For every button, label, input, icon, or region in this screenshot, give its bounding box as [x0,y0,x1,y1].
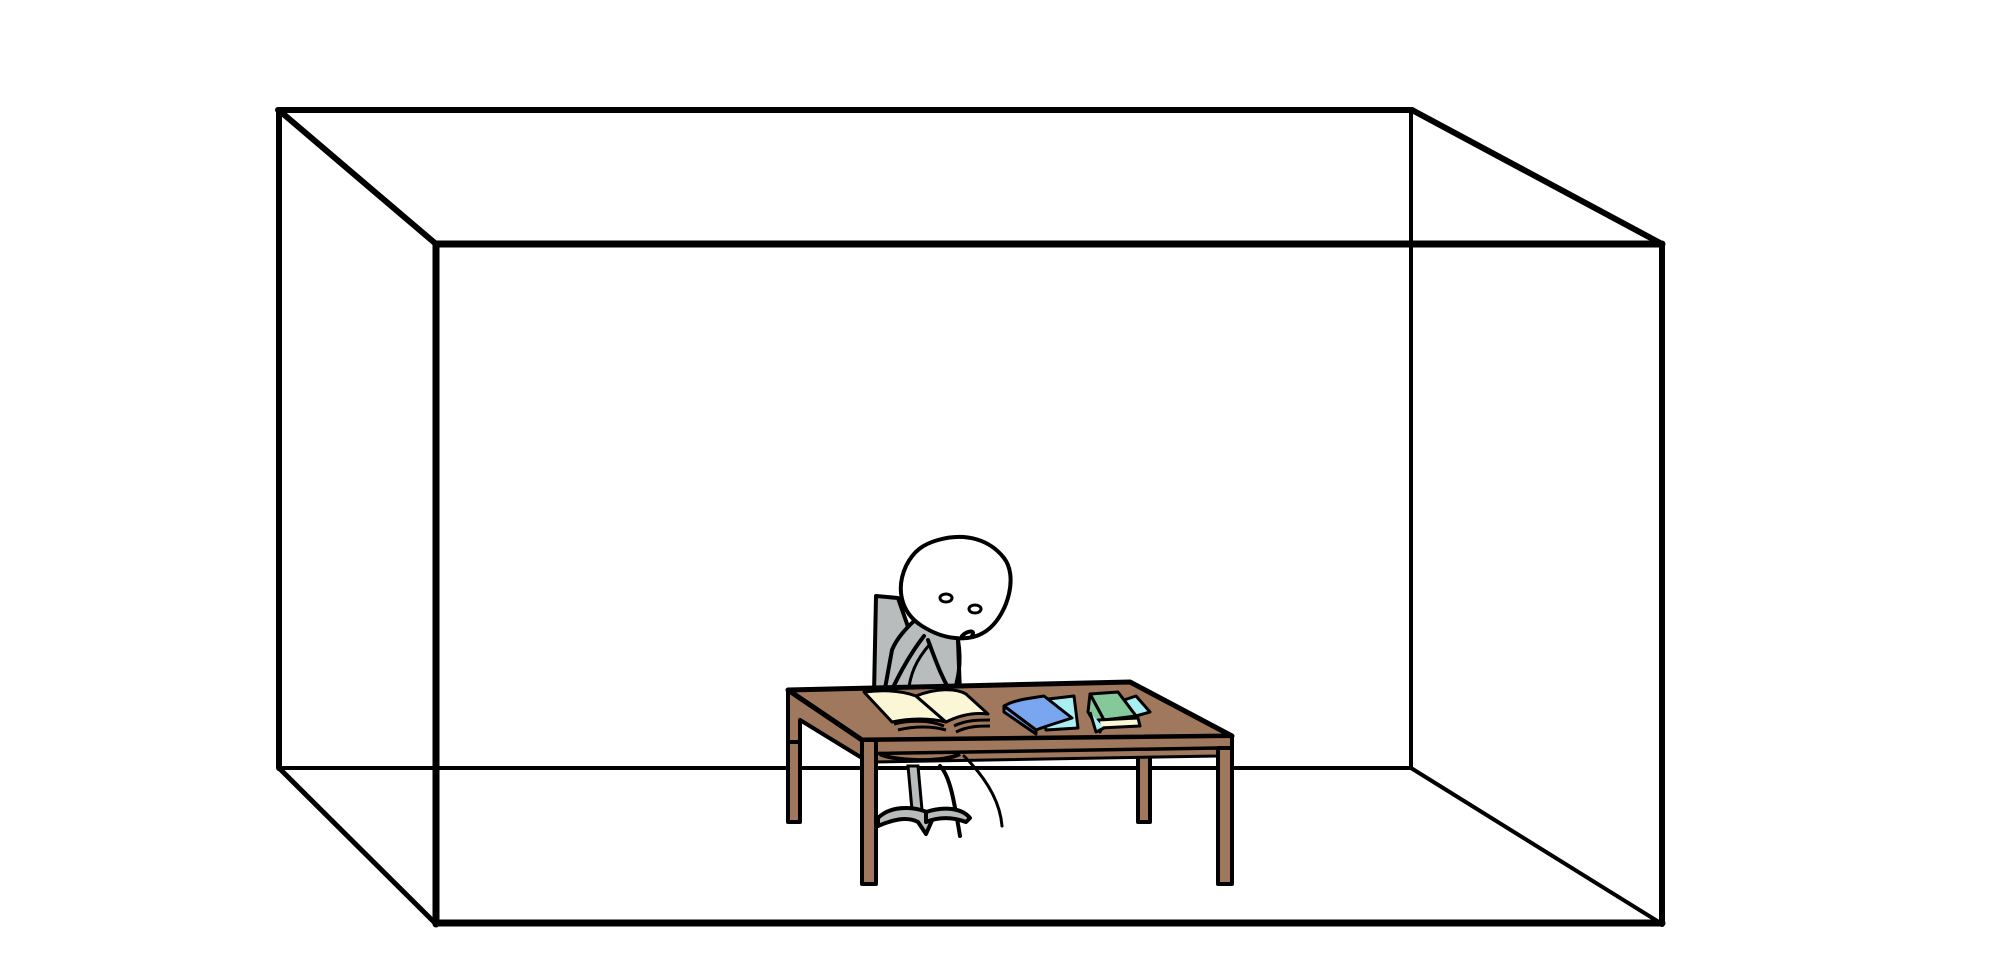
person-eye-left [938,592,954,604]
room-diagonal-top-right [1409,107,1665,247]
room-diagonal-top-left [278,109,439,247]
desk-leg-front-left [860,738,878,886]
book-stack-base [1096,716,1142,730]
person-foot-right [924,806,972,824]
room-diagonal-bottom-right [1409,766,1664,926]
room-scene [275,107,1666,928]
desk-leg-front-right [1216,746,1234,886]
room-diagonal-bottom-left [276,765,439,927]
room-box [275,107,1666,928]
illustration-canvas [0,0,2000,965]
chair-leg [906,764,924,812]
person-eye-right [967,603,983,615]
person-leg-left [938,764,962,838]
person-head [898,534,1013,641]
